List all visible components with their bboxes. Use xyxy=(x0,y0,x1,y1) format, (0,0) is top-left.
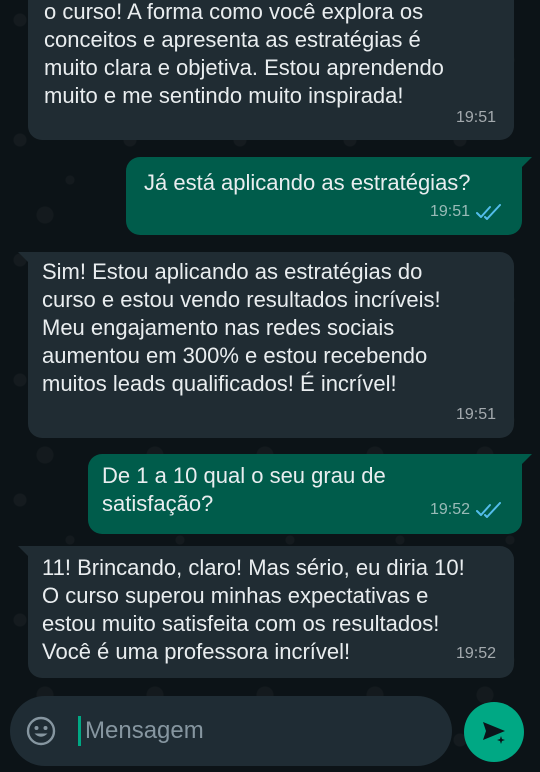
message-composer[interactable] xyxy=(10,696,452,766)
message-list[interactable]: o curso! A forma como você explora os co… xyxy=(0,0,540,690)
message-meta: 19:51 xyxy=(430,198,504,226)
read-ticks-icon xyxy=(476,502,501,518)
message-bubble-incoming[interactable]: o curso! A forma como você explora os co… xyxy=(28,0,514,140)
emoji-icon[interactable] xyxy=(24,714,58,748)
message-text: Sim! Estou aplicando as estratégias do c… xyxy=(42,259,441,396)
message-bubble-outgoing[interactable]: Já está aplicando as estratégias? 19:51 xyxy=(126,157,532,235)
message-text: Já está aplicando as estratégias? xyxy=(144,170,471,195)
message-time: 19:51 xyxy=(455,406,496,423)
message-bubble-outgoing[interactable]: De 1 a 10 qual o seu grau de satisfação?… xyxy=(88,454,532,534)
message-meta: 19:51 xyxy=(456,401,496,429)
message-time: 19:51 xyxy=(429,203,470,220)
text-cursor xyxy=(78,716,81,746)
message-meta: 19:52 xyxy=(456,640,496,668)
emoji-icon-graphic xyxy=(26,716,56,746)
message-time: 19:52 xyxy=(429,501,470,518)
message-meta: 19:51 xyxy=(456,104,496,132)
message-input[interactable] xyxy=(83,716,427,746)
message-time: 19:51 xyxy=(455,109,496,126)
message-time: 19:52 xyxy=(455,645,496,662)
message-text: 11! Brincando, claro! Mas sério, eu diri… xyxy=(42,555,465,664)
message-bubble-incoming[interactable]: Sim! Estou aplicando as estratégias do c… xyxy=(18,252,514,438)
message-text: o curso! A forma como você explora os co… xyxy=(44,0,444,108)
send-button[interactable] xyxy=(464,702,524,762)
read-ticks-icon xyxy=(476,204,501,220)
send-icon xyxy=(483,722,505,744)
message-bubble-incoming[interactable]: 11! Brincando, claro! Mas sério, eu diri… xyxy=(18,546,514,678)
message-meta: 19:52 xyxy=(430,496,504,524)
